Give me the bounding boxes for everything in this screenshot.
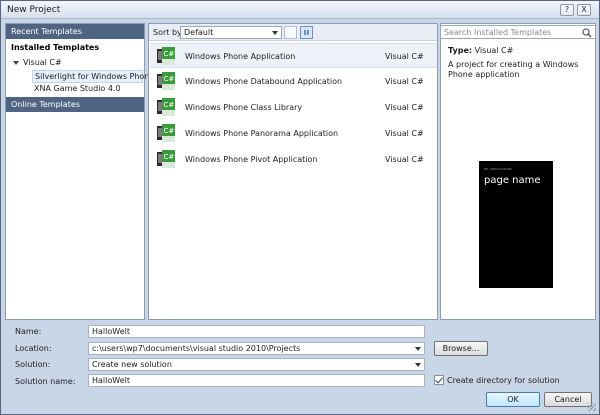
search-templates-input[interactable]: Search Installed Templates bbox=[440, 25, 596, 39]
location-label: Location: bbox=[15, 344, 52, 353]
template-item[interactable]: C# Windows Phone Panorama Application Vi… bbox=[150, 121, 437, 146]
solution-name-label: Solution name: bbox=[15, 377, 76, 386]
template-language: Visual C# bbox=[385, 77, 424, 86]
expand-triangle-icon[interactable] bbox=[13, 60, 19, 65]
template-item[interactable]: C# Windows Phone Pivot Application Visua… bbox=[150, 147, 437, 172]
installed-templates-header[interactable]: Installed Templates bbox=[6, 40, 144, 57]
template-list-pane: Sort by: Default C# Windows Phone Applic… bbox=[148, 23, 438, 320]
template-item[interactable]: C# Windows Phone Application Visual C# bbox=[150, 43, 437, 68]
solution-dropdown[interactable]: Create new solution bbox=[88, 358, 425, 371]
details-view-icon[interactable] bbox=[300, 26, 313, 39]
sort-dropdown[interactable]: Default bbox=[180, 26, 282, 39]
csharp-phone-project-icon: C# bbox=[157, 47, 175, 65]
tree-item-label: XNA Game Studio 4.0 bbox=[34, 84, 121, 93]
svg-text:C#: C# bbox=[164, 75, 175, 83]
template-name: Windows Phone Pivot Application bbox=[185, 155, 318, 164]
close-button[interactable]: X bbox=[577, 4, 591, 16]
template-item[interactable]: C# Windows Phone Databound Application V… bbox=[150, 69, 437, 94]
csharp-pivot-icon: C# bbox=[157, 150, 175, 168]
template-language: Visual C# bbox=[385, 103, 424, 112]
csharp-phone-project-icon: C# bbox=[157, 72, 175, 90]
tree-item-label: Visual C# bbox=[23, 58, 62, 67]
name-field[interactable]: HalloWelt bbox=[88, 325, 425, 338]
name-label: Name: bbox=[15, 327, 42, 336]
tree-item-xna[interactable]: XNA Game Studio 4.0 bbox=[34, 83, 121, 96]
title-bar: New Project ? X bbox=[1, 1, 599, 19]
create-directory-label[interactable]: Create directory for solution bbox=[447, 376, 560, 385]
svg-text:C#: C# bbox=[164, 127, 175, 135]
ok-button[interactable]: OK bbox=[486, 392, 540, 407]
template-name: Windows Phone Databound Application bbox=[185, 77, 343, 86]
location-value: c:\users\wp7\documents\visual studio 201… bbox=[92, 344, 301, 353]
tree-item-silverlight-wp[interactable]: Silverlight for Windows Phone bbox=[32, 70, 154, 83]
solution-name-field[interactable]: HalloWelt bbox=[88, 374, 425, 387]
phone-preview-image: MY APPLICATION page name bbox=[479, 161, 553, 288]
resize-grip-icon[interactable] bbox=[588, 403, 596, 411]
template-language: Visual C# bbox=[385, 52, 424, 61]
svg-text:C#: C# bbox=[164, 50, 175, 58]
sort-value: Default bbox=[184, 28, 214, 37]
cancel-button[interactable]: Cancel bbox=[544, 392, 592, 407]
online-templates-header[interactable]: Online Templates bbox=[6, 97, 144, 112]
template-language: Visual C# bbox=[385, 129, 424, 138]
template-name: Windows Phone Application bbox=[185, 52, 296, 61]
dropdown-arrow-icon[interactable] bbox=[415, 347, 421, 351]
template-name: Windows Phone Panorama Application bbox=[185, 129, 339, 138]
template-description: A project for creating a Windows Phone a… bbox=[448, 60, 579, 79]
sort-toolbar: Sort by: Default bbox=[149, 24, 437, 41]
type-value: Visual C# bbox=[474, 46, 514, 55]
help-button[interactable]: ? bbox=[560, 4, 574, 16]
template-categories-pane: Recent Templates Installed Templates Vis… bbox=[5, 23, 154, 320]
template-type: Type: Visual C# bbox=[448, 46, 513, 55]
template-language: Visual C# bbox=[385, 155, 424, 164]
location-field[interactable]: c:\users\wp7\documents\visual studio 201… bbox=[88, 342, 425, 355]
preview-page-name: page name bbox=[484, 175, 541, 186]
browse-button[interactable]: Browse... bbox=[434, 341, 488, 356]
svg-text:C#: C# bbox=[164, 153, 175, 161]
type-label: Type: bbox=[448, 46, 473, 55]
solution-label: Solution: bbox=[15, 360, 51, 369]
dropdown-arrow-icon bbox=[272, 31, 278, 35]
create-directory-checkbox[interactable] bbox=[434, 375, 444, 385]
search-icon[interactable] bbox=[582, 28, 592, 38]
recent-templates-header[interactable]: Recent Templates bbox=[6, 24, 144, 39]
list-view-icon[interactable] bbox=[284, 26, 297, 39]
tree-item-label: Silverlight for Windows Phone bbox=[35, 72, 155, 81]
template-name: Windows Phone Class Library bbox=[185, 103, 303, 112]
template-item[interactable]: C# Windows Phone Class Library Visual C# bbox=[150, 95, 437, 120]
new-project-dialog: New Project ? X Recent Templates Install… bbox=[0, 0, 600, 415]
csharp-class-library-icon: C# bbox=[157, 98, 175, 116]
preview-app-title: MY APPLICATION bbox=[484, 167, 512, 171]
window-title: New Project bbox=[7, 5, 61, 15]
solution-value: Create new solution bbox=[92, 360, 172, 369]
svg-text:C#: C# bbox=[164, 101, 175, 109]
search-placeholder: Search Installed Templates bbox=[444, 28, 552, 37]
dropdown-arrow-icon[interactable] bbox=[415, 363, 421, 367]
csharp-panorama-icon: C# bbox=[157, 124, 175, 142]
